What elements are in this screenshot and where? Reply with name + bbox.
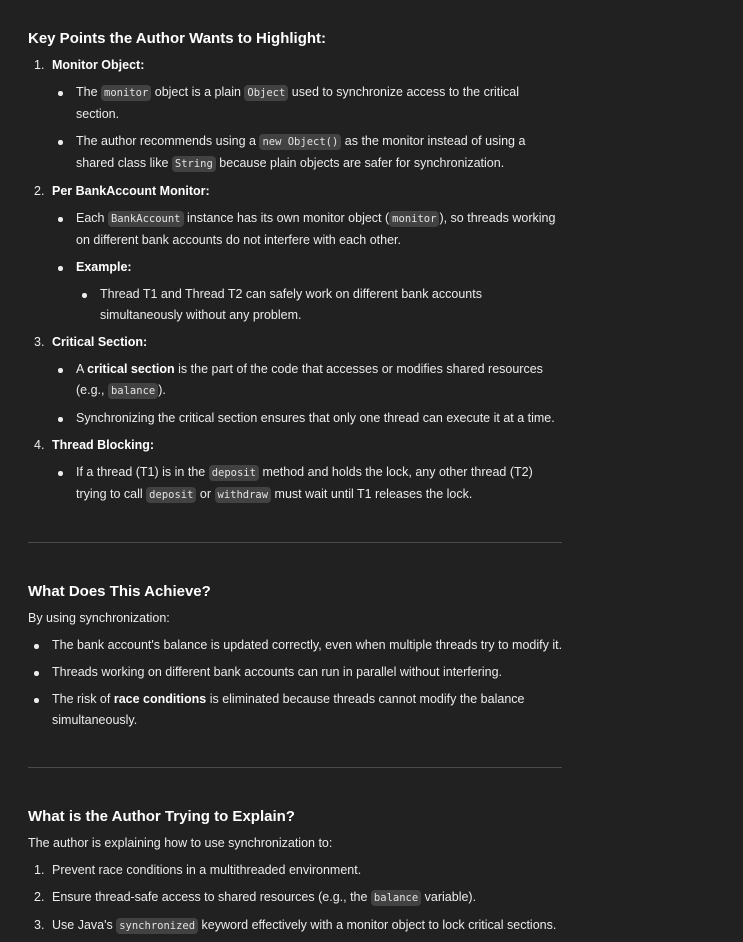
bullet-item: Example: Thread T1 and Thread T2 can saf… bbox=[52, 257, 563, 326]
bullet-list: The monitor object is a plain Object use… bbox=[52, 82, 563, 175]
inline-code: balance bbox=[107, 383, 159, 399]
inline-code: BankAccount bbox=[107, 211, 184, 227]
text: Ensure thread-safe access to shared reso… bbox=[52, 890, 371, 904]
list-item: 2. Per BankAccount Monitor: Each BankAcc… bbox=[28, 181, 563, 326]
inline-code: Object bbox=[244, 85, 289, 101]
text: The bbox=[76, 85, 102, 99]
inline-code: deposit bbox=[146, 487, 197, 503]
list-number: 2. bbox=[34, 890, 45, 904]
key-points-list: 1. Monitor Object: The monitor object is… bbox=[28, 55, 563, 506]
list-number: 1. bbox=[34, 863, 45, 877]
text: ). bbox=[158, 383, 166, 397]
section-intro: The author is explaining how to use sync… bbox=[28, 836, 333, 850]
inline-code: withdraw bbox=[214, 487, 272, 503]
text: variable). bbox=[421, 890, 477, 904]
list-number: 4. bbox=[34, 438, 45, 452]
list-item-title: Monitor Object: bbox=[52, 58, 145, 72]
list-number: 2. bbox=[34, 184, 45, 198]
text: because plain objects are safer for sync… bbox=[215, 156, 505, 170]
text: Use Java's bbox=[52, 918, 117, 932]
bullet-list: If a thread (T1) is in the deposit metho… bbox=[52, 462, 563, 506]
text: The author recommends using a bbox=[76, 134, 260, 148]
achieve-list: The bank account's balance is updated co… bbox=[28, 635, 563, 731]
text: A bbox=[76, 362, 88, 376]
bullet-item: Synchronizing the critical section ensur… bbox=[52, 408, 563, 429]
response-content: Key Points the Author Wants to Highlight… bbox=[28, 0, 563, 937]
inline-code: balance bbox=[370, 890, 422, 906]
list-item: 3. Use Java's synchronized keyword effec… bbox=[28, 915, 563, 937]
bold-term: critical section bbox=[87, 362, 175, 376]
sub-bullet-list: Thread T1 and Thread T2 can safely work … bbox=[76, 284, 563, 326]
list-item-title: Thread Blocking: bbox=[52, 438, 155, 452]
bullet-item: The bank account's balance is updated co… bbox=[28, 635, 563, 656]
text: object is a plain bbox=[151, 85, 245, 99]
text: must wait until T1 releases the lock. bbox=[271, 487, 473, 501]
text: Each bbox=[76, 211, 108, 225]
inline-code: synchronized bbox=[116, 918, 199, 934]
inline-code: monitor bbox=[101, 85, 152, 101]
text: keyword effectively with a monitor objec… bbox=[198, 918, 557, 932]
chat-response: Key Points the Author Wants to Highlight… bbox=[0, 0, 743, 942]
sub-bullet-item: Thread T1 and Thread T2 can safely work … bbox=[76, 284, 563, 326]
list-item: 1. Prevent race conditions in a multithr… bbox=[28, 860, 563, 881]
bullet-item: The risk of race conditions is eliminate… bbox=[28, 689, 563, 731]
text: or bbox=[196, 487, 215, 501]
inline-code: deposit bbox=[208, 465, 259, 481]
section-heading-achieve: What Does This Achieve? bbox=[28, 583, 211, 600]
list-item-title: Per BankAccount Monitor: bbox=[52, 184, 210, 198]
section-heading-key-points: Key Points the Author Wants to Highlight… bbox=[28, 30, 327, 47]
list-item: 3. Critical Section: A critical section … bbox=[28, 332, 563, 429]
inline-code: new Object() bbox=[259, 134, 342, 150]
bullet-item: The monitor object is a plain Object use… bbox=[52, 82, 563, 125]
text: The risk of bbox=[52, 692, 114, 706]
explain-list: 1. Prevent race conditions in a multithr… bbox=[28, 860, 563, 937]
bold-term: race conditions bbox=[113, 692, 207, 706]
text: instance has its own monitor object ( bbox=[183, 211, 390, 225]
list-item-title: Critical Section: bbox=[52, 335, 148, 349]
list-number: 3. bbox=[34, 918, 45, 932]
text: If a thread (T1) is in the bbox=[76, 465, 209, 479]
inline-code: monitor bbox=[389, 211, 440, 227]
bullet-item: The author recommends using a new Object… bbox=[52, 131, 563, 175]
bullet-item: Threads working on different bank accoun… bbox=[28, 662, 563, 683]
bullet-item: A critical section is the part of the co… bbox=[52, 359, 563, 402]
list-item: 2. Ensure thread-safe access to shared r… bbox=[28, 887, 563, 909]
bullet-label: Example: bbox=[76, 260, 132, 274]
bullet-item: Each BankAccount instance has its own mo… bbox=[52, 208, 563, 251]
list-item-text: Prevent race conditions in a multithread… bbox=[52, 863, 362, 877]
list-number: 1. bbox=[34, 58, 45, 72]
list-number: 3. bbox=[34, 335, 45, 349]
bullet-item: If a thread (T1) is in the deposit metho… bbox=[52, 462, 563, 506]
section-heading-explain: What is the Author Trying to Explain? bbox=[28, 808, 295, 825]
list-item: 4. Thread Blocking: If a thread (T1) is … bbox=[28, 435, 563, 506]
bullet-list: Each BankAccount instance has its own mo… bbox=[52, 208, 563, 326]
section-intro: By using synchronization: bbox=[28, 611, 170, 625]
bullet-list: A critical section is the part of the co… bbox=[52, 359, 563, 429]
list-item: 1. Monitor Object: The monitor object is… bbox=[28, 55, 563, 175]
inline-code: String bbox=[171, 156, 216, 172]
